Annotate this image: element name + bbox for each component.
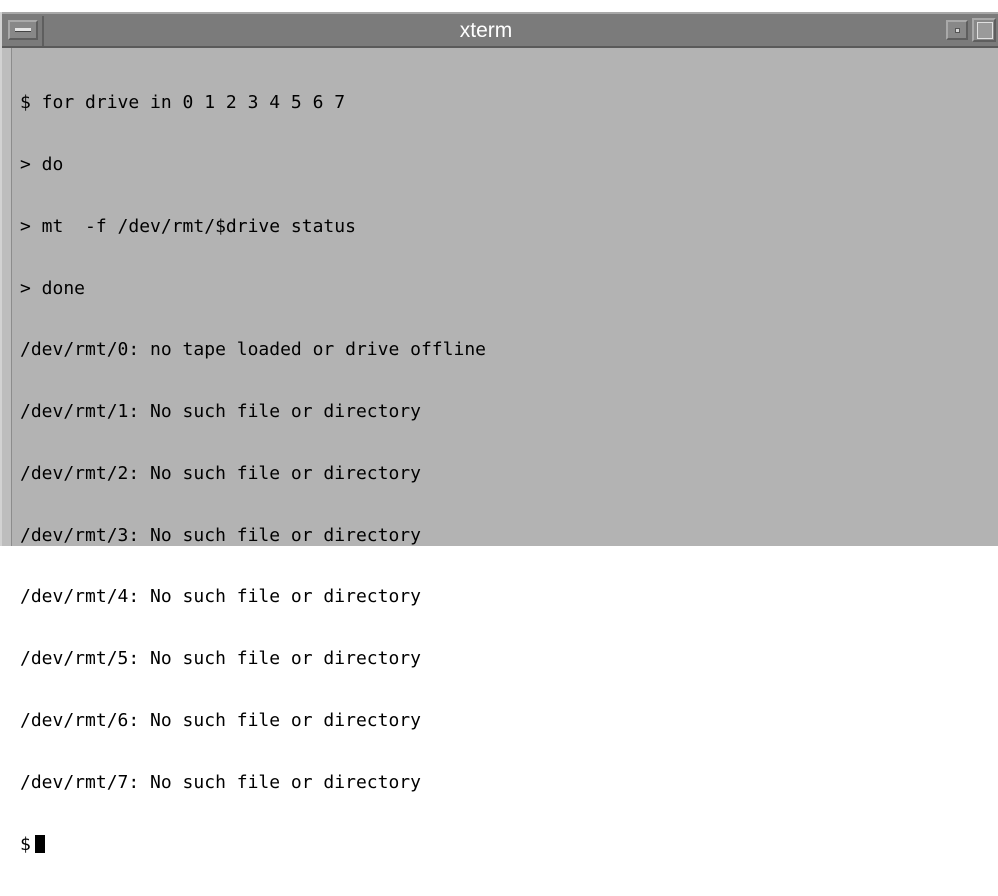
shell-prompt: $ <box>20 833 31 855</box>
window-title: xterm <box>459 19 513 42</box>
terminal-line: /dev/rmt/2: No such file or directory <box>20 462 421 484</box>
terminal-line: /dev/rmt/3: No such file or directory <box>20 524 421 546</box>
maximize-icon <box>977 22 993 39</box>
terminal-line: /dev/rmt/6: No such file or directory <box>20 710 421 731</box>
window-frame-left[interactable] <box>2 48 12 546</box>
window-menu-button[interactable] <box>8 20 38 40</box>
minimize-icon <box>955 28 960 33</box>
window-menu-icon <box>15 28 31 32</box>
prompt-line[interactable]: $ <box>20 833 998 856</box>
terminal-line: /dev/rmt/4: No such file or directory <box>20 586 421 608</box>
maximize-button[interactable] <box>972 18 996 42</box>
terminal-line: /dev/rmt/0: no tape loaded or drive offl… <box>20 339 486 361</box>
title-bar[interactable]: xterm <box>2 12 998 48</box>
terminal-line: /dev/rmt/7: No such file or directory <box>20 771 421 793</box>
terminal-output[interactable]: $ for drive in 0 1 2 3 4 5 6 7 > do > mt… <box>14 50 998 854</box>
terminal-line: > mt -f /dev/rmt/$drive status <box>20 215 356 237</box>
minimize-button[interactable] <box>946 20 968 40</box>
terminal-line: > do <box>20 153 64 175</box>
terminal-line: /dev/rmt/1: No such file or directory <box>20 401 421 423</box>
terminal-line: > done <box>20 277 86 299</box>
xterm-window: xterm $ for drive in 0 1 2 3 4 5 6 7 > d… <box>0 12 998 854</box>
terminal-line: $ for drive in 0 1 2 3 4 5 6 7 <box>20 92 346 114</box>
text-cursor <box>34 834 45 853</box>
terminal-line: /dev/rmt/5: No such file or directory <box>20 648 421 670</box>
